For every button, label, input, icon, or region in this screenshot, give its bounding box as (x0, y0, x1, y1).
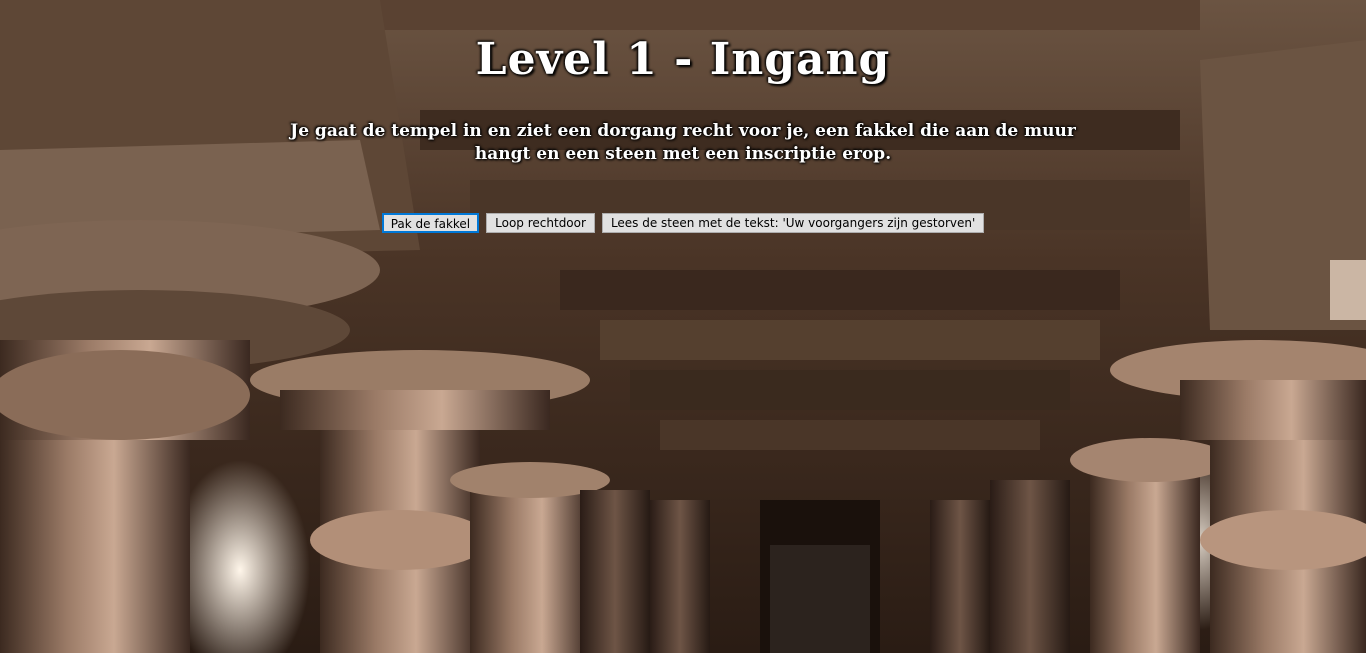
temple-background-image (0, 0, 1366, 653)
action-buttons: Pak de fakkel Loop rechtdoor Lees de ste… (0, 213, 1366, 233)
read-stone-button[interactable]: Lees de steen met de tekst: 'Uw voorgang… (601, 213, 985, 233)
level-title: Level 1 - Ingang (475, 34, 891, 85)
level-description: Je gaat de tempel in en ziet een dorgang… (290, 121, 1076, 164)
take-torch-button[interactable]: Pak de fakkel (381, 213, 480, 233)
walk-straight-button[interactable]: Loop rechtdoor (486, 213, 595, 233)
